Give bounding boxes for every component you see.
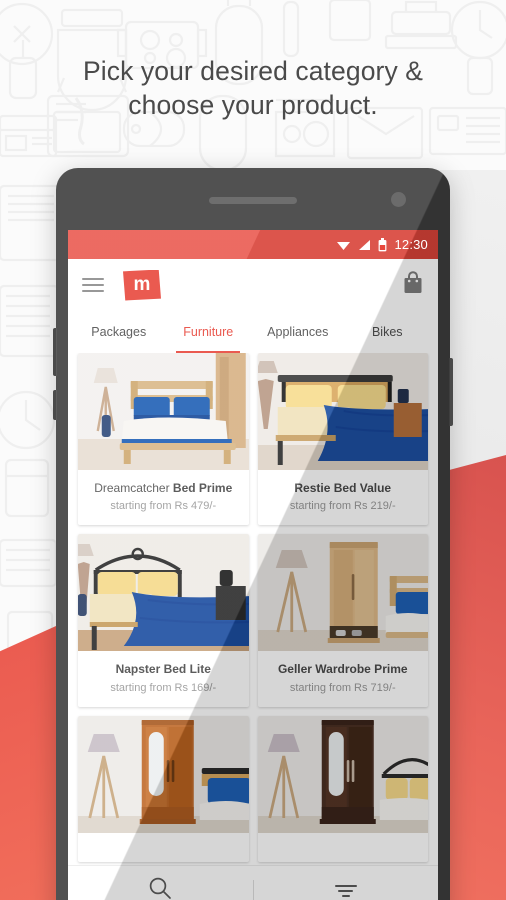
app-logo[interactable]: m: [123, 269, 161, 301]
side-button-right: [449, 358, 453, 426]
product-price: starting from Rs 169/-: [110, 681, 217, 694]
volume-button: [53, 328, 57, 376]
filter-lines-icon: [334, 884, 357, 897]
product-row: [78, 715, 429, 862]
product-info: Restie Bed Value starting from Rs 219/-: [258, 470, 429, 525]
shopping-bag-icon[interactable]: [402, 270, 424, 300]
logo-letter: m: [133, 273, 151, 295]
status-bar: 12:30: [68, 230, 438, 259]
product-title-bold: Geller Wardrobe Prime: [277, 662, 408, 677]
product-title: Dreamcatcher Bed Prime: [82, 481, 245, 495]
phone-speaker-grille: [209, 197, 297, 204]
product-image-pine-wardrobe: [257, 534, 428, 652]
product-image-metal-bed-yellow-blue: [78, 534, 249, 652]
product-card[interactable]: Dreamcatcher Bed Prime starting from Rs …: [78, 353, 249, 526]
power-button: [53, 390, 57, 420]
headline-line-1: Pick your desired category &: [82, 56, 424, 86]
product-info: [78, 833, 249, 862]
product-row: Napster Bed Lite starting from Rs 169/-: [78, 534, 429, 707]
phone-mockup: 12:30 m Packages Furniture Appliances Bi…: [53, 168, 453, 900]
tab-appliances[interactable]: Appliances: [253, 311, 343, 353]
magnifier-icon: [148, 876, 172, 900]
tab-furniture[interactable]: Furniture: [164, 311, 254, 353]
product-price: starting from Rs 219/-: [289, 500, 396, 513]
product-image-bed-yellow-blue: [257, 353, 428, 470]
search-button[interactable]: Search: [68, 872, 253, 900]
tab-bikes[interactable]: Bikes: [343, 311, 433, 353]
category-tabs: Packages Furniture Appliances Bikes: [68, 311, 438, 353]
product-title: Geller Wardrobe Prime: [262, 662, 425, 676]
front-camera-icon: [391, 192, 406, 207]
product-title: Napster Bed Lite: [82, 662, 245, 676]
hamburger-menu-icon[interactable]: [82, 278, 104, 292]
product-title-light: Dreamcatcher: [94, 481, 173, 495]
product-card[interactable]: [78, 715, 249, 862]
product-title: Restie Bed Value: [262, 481, 425, 495]
product-grid[interactable]: Dreamcatcher Bed Prime starting from Rs …: [68, 353, 438, 865]
bottom-action-bar: Search Filter: [68, 865, 438, 900]
product-card[interactable]: [257, 715, 429, 862]
product-card[interactable]: Geller Wardrobe Prime starting from Rs 7…: [257, 534, 429, 707]
product-info: Dreamcatcher Bed Prime starting from Rs …: [78, 470, 249, 525]
filter-button[interactable]: Filter: [254, 881, 439, 900]
product-row: Dreamcatcher Bed Prime starting from Rs …: [78, 353, 429, 526]
phone-screen: 12:30 m Packages Furniture Appliances Bi…: [68, 230, 438, 900]
page-title: Pick your desired category & choose your…: [0, 54, 506, 122]
product-info: Napster Bed Lite starting from Rs 169/-: [78, 651, 249, 706]
product-price: starting from Rs 719/-: [289, 681, 396, 694]
status-bar-clock: 12:30: [394, 237, 428, 252]
product-card[interactable]: Restie Bed Value starting from Rs 219/-: [257, 353, 429, 526]
wifi-icon: [336, 239, 351, 251]
product-image-dark-mirror-wardrobe: [257, 715, 428, 833]
product-title-bold: Restie Bed Value: [294, 481, 392, 495]
product-title-bold: Napster Bed Lite: [115, 662, 211, 677]
product-info: [258, 833, 429, 862]
product-card[interactable]: Napster Bed Lite starting from Rs 169/-: [78, 534, 249, 707]
product-title-bold: Bed Prime: [172, 481, 233, 495]
product-price: starting from Rs 479/-: [110, 500, 217, 513]
tab-packages[interactable]: Packages: [74, 311, 164, 353]
headline-line-2: choose your product.: [128, 90, 378, 120]
signal-icon: [358, 239, 371, 251]
app-bar: m: [68, 259, 438, 311]
battery-icon: [378, 237, 387, 252]
product-info: Geller Wardrobe Prime starting from Rs 7…: [258, 651, 429, 706]
product-image-teak-mirror-wardrobe: [78, 715, 249, 833]
product-image-wooden-bed-blue: [78, 353, 249, 470]
